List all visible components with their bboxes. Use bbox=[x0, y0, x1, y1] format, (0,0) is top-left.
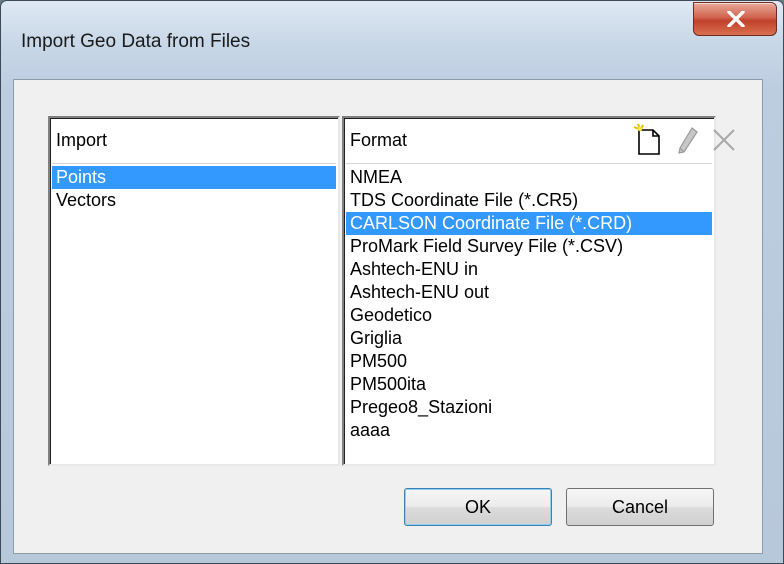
format-list-item[interactable]: ProMark Field Survey File (*.CSV) bbox=[346, 235, 712, 258]
format-list-item[interactable]: PM500 bbox=[346, 350, 712, 373]
format-list-item[interactable]: TDS Coordinate File (*.CR5) bbox=[346, 189, 712, 212]
format-list-item[interactable]: PM500ita bbox=[346, 373, 712, 396]
new-file-icon bbox=[633, 123, 660, 155]
import-list-header: Import bbox=[52, 120, 336, 164]
import-header-label: Import bbox=[56, 130, 108, 150]
dialog-window: Import Geo Data from Files Import Points… bbox=[0, 0, 784, 564]
format-items: NMEA TDS Coordinate File (*.CR5) CARLSON C… bbox=[346, 166, 712, 442]
format-header-label: Format bbox=[350, 130, 408, 150]
format-list-item[interactable]: Pregeo8_Stazioni bbox=[346, 396, 712, 419]
title-bar[interactable]: Import Geo Data from Files bbox=[1, 1, 783, 79]
format-list-item[interactable]: Ashtech-ENU out bbox=[346, 281, 712, 304]
delete-format-button[interactable] bbox=[708, 122, 742, 158]
format-list[interactable]: Format NMEA TDS Coordinate File (*.CR5) … bbox=[342, 116, 735, 466]
edit-format-button[interactable] bbox=[670, 122, 704, 158]
cancel-button[interactable]: Cancel bbox=[566, 488, 714, 526]
import-list-item[interactable]: Points bbox=[52, 166, 336, 189]
close-icon bbox=[727, 11, 745, 27]
format-list-header: Format bbox=[346, 120, 735, 164]
format-list-item[interactable]: NMEA bbox=[346, 166, 712, 189]
format-list-item[interactable]: Griglia bbox=[346, 327, 712, 350]
import-items: Points Vectors bbox=[52, 166, 336, 212]
format-list-item[interactable]: Ashtech-ENU in bbox=[346, 258, 712, 281]
format-list-item[interactable]: Geodetico bbox=[346, 304, 712, 327]
close-button[interactable] bbox=[693, 2, 777, 36]
format-list-item[interactable]: CARLSON Coordinate File (*.CRD) bbox=[346, 212, 712, 235]
import-list[interactable]: Import Points Vectors bbox=[48, 116, 340, 466]
import-list-item[interactable]: Vectors bbox=[52, 189, 336, 212]
window-title: Import Geo Data from Files bbox=[21, 31, 251, 52]
format-list-item[interactable]: aaaa bbox=[346, 419, 712, 442]
ok-button[interactable]: OK bbox=[404, 488, 552, 526]
dialog-client-area: Import Points Vectors Format NMEA TDS Co… bbox=[13, 79, 763, 554]
new-format-button[interactable] bbox=[632, 122, 666, 158]
pencil-icon bbox=[678, 127, 698, 154]
delete-x-icon bbox=[713, 129, 735, 151]
